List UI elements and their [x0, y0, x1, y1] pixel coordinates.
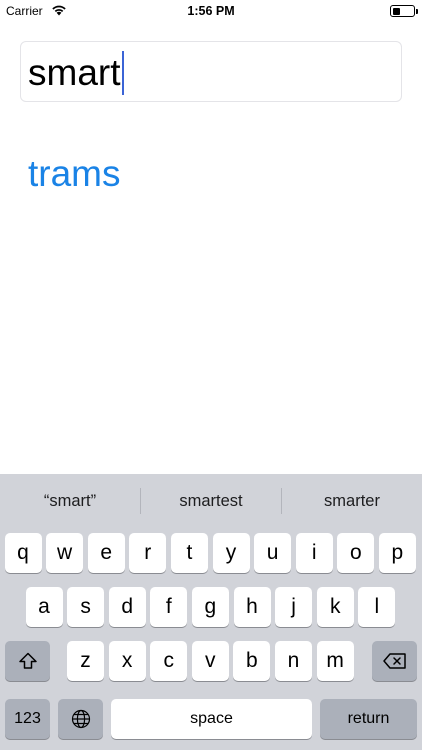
battery-cap — [416, 9, 418, 14]
key-g[interactable]: g — [191, 587, 229, 627]
key-n[interactable]: n — [275, 641, 312, 681]
suggestion-1[interactable]: “smart” — [0, 474, 140, 528]
key-j[interactable]: j — [275, 587, 313, 627]
text-input-value: smart — [28, 51, 124, 95]
space-key[interactable]: space — [111, 699, 312, 739]
status-bar: Carrier 1:56 PM — [0, 0, 422, 22]
key-d[interactable]: d — [108, 587, 146, 627]
battery-fill — [392, 7, 400, 15]
backspace-icon — [382, 653, 406, 670]
key-o[interactable]: o — [337, 533, 375, 573]
return-key[interactable]: return — [320, 699, 417, 739]
text-cursor — [121, 51, 124, 95]
key-r[interactable]: r — [129, 533, 167, 573]
key-u[interactable]: u — [254, 533, 292, 573]
key-h[interactable]: h — [233, 587, 271, 627]
keyboard: “smart” smartest smarter qwertyuiop asdf… — [0, 474, 422, 750]
globe-icon — [71, 710, 90, 729]
key-s[interactable]: s — [67, 587, 105, 627]
shift-icon — [18, 653, 37, 670]
key-a[interactable]: a — [25, 587, 63, 627]
key-x[interactable]: x — [108, 641, 146, 681]
key-m[interactable]: m — [316, 641, 354, 681]
numbers-key[interactable]: 123 — [5, 699, 50, 739]
shift-key[interactable] — [5, 641, 50, 681]
suggestion-2[interactable]: smartest — [141, 474, 281, 528]
key-z[interactable]: z — [67, 641, 104, 681]
status-time: 1:56 PM — [187, 4, 235, 18]
key-t[interactable]: t — [170, 533, 208, 573]
key-v[interactable]: v — [191, 641, 229, 681]
battery-icon — [390, 5, 415, 17]
key-e[interactable]: e — [87, 533, 125, 573]
key-q[interactable]: q — [4, 533, 42, 573]
text-input[interactable]: smart — [20, 41, 402, 102]
key-l[interactable]: l — [358, 587, 396, 627]
key-i[interactable]: i — [295, 533, 333, 573]
key-y[interactable]: y — [212, 533, 250, 573]
reversed-text-label: trams — [28, 153, 121, 194]
suggestion-3[interactable]: smarter — [282, 474, 422, 528]
key-c[interactable]: c — [150, 641, 188, 681]
delete-key[interactable] — [372, 641, 417, 681]
globe-key[interactable] — [58, 699, 103, 739]
key-k[interactable]: k — [316, 587, 354, 627]
key-w[interactable]: w — [46, 533, 84, 573]
suggestion-bar: “smart” smartest smarter — [0, 474, 422, 528]
text-input-text: smart — [28, 52, 121, 93]
key-p[interactable]: p — [378, 533, 416, 573]
key-b[interactable]: b — [233, 641, 271, 681]
key-f[interactable]: f — [150, 587, 188, 627]
